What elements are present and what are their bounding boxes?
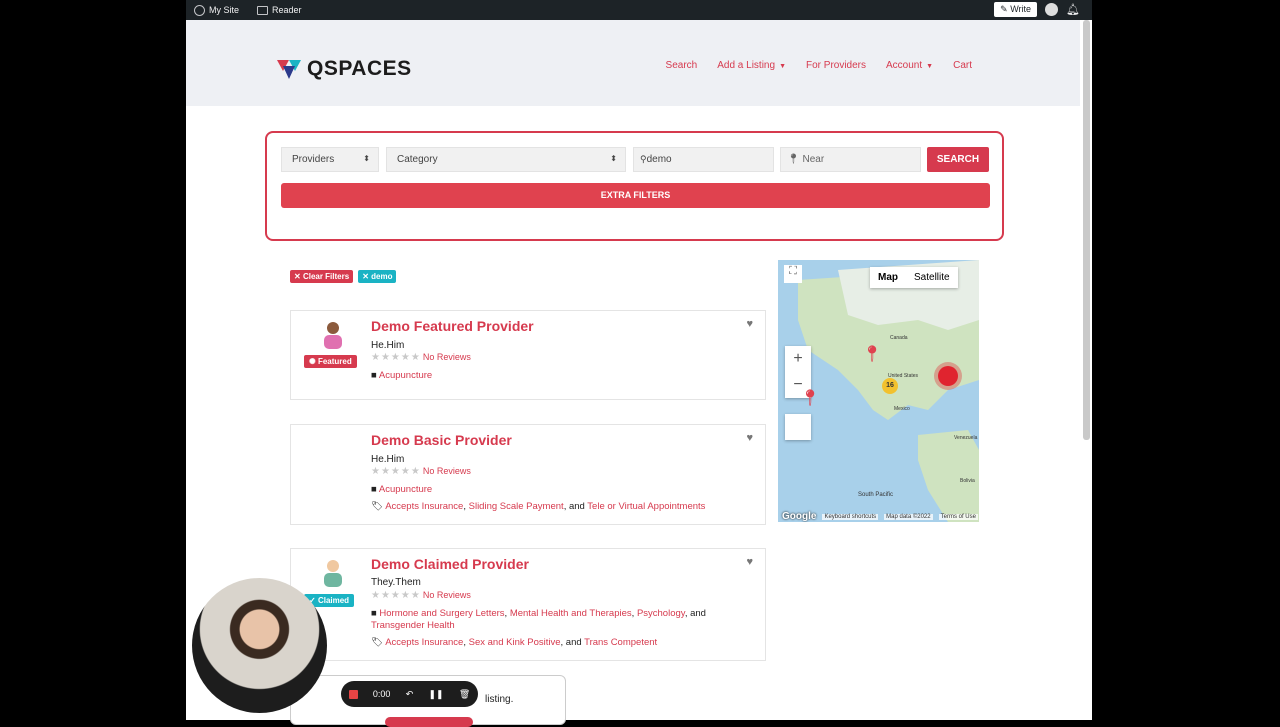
nav-add-listing[interactable]: Add a Listing ▼ bbox=[717, 60, 786, 71]
map-pin-icon[interactable]: 📍︎ bbox=[862, 344, 882, 364]
favorite-heart-icon[interactable]: ♥ bbox=[746, 556, 753, 568]
pause-icon[interactable]: ❚❚ bbox=[429, 689, 444, 700]
stop-recording-button[interactable] bbox=[348, 689, 358, 699]
favorite-heart-icon[interactable]: ♥ bbox=[746, 432, 753, 444]
listing-categories: ■ Acupuncture bbox=[371, 484, 433, 495]
user-avatar[interactable] bbox=[1045, 3, 1059, 16]
reviews-link[interactable]: No Reviews bbox=[423, 352, 471, 362]
tag-icon: 🏷︎ bbox=[371, 637, 384, 648]
listing-categories: ■ Acupuncture bbox=[371, 370, 433, 381]
popup-text: listing. bbox=[485, 694, 514, 705]
rating-stars: ★★★★★ No Reviews bbox=[371, 466, 471, 477]
logo-text: QSPACES bbox=[307, 57, 412, 80]
browser-page: My Site Reader ✎ Write 🔔︎ QSPACES Search bbox=[186, 0, 1092, 720]
map-label: Venezuela bbox=[954, 435, 978, 441]
provider-avatar-icon bbox=[324, 322, 342, 349]
map-label: Bolivia bbox=[960, 478, 975, 484]
select-arrows-icon: ⬍ bbox=[610, 154, 617, 163]
folder-icon: ■ bbox=[371, 608, 377, 619]
wordpress-icon bbox=[194, 4, 205, 16]
write-button[interactable]: ✎ Write bbox=[994, 2, 1038, 17]
map-data-attribution: Map data ©2022 bbox=[884, 513, 933, 520]
qspaces-logo-icon bbox=[277, 60, 301, 79]
reader-link[interactable]: Reader bbox=[257, 5, 302, 15]
recording-timer: 0:00 bbox=[372, 689, 391, 699]
notifications-bell-icon[interactable]: 🔔︎ bbox=[1066, 3, 1080, 16]
chevron-down-icon: ▼ bbox=[779, 63, 786, 70]
satellite-tab[interactable]: Satellite bbox=[906, 267, 958, 288]
map-label: South Pacific bbox=[858, 492, 894, 498]
chevron-down-icon: ▼ bbox=[926, 63, 934, 70]
trash-icon[interactable]: 🗑︎ bbox=[459, 689, 470, 700]
folder-icon: ■ bbox=[371, 370, 377, 381]
map-type-toggle: Map Satellite bbox=[870, 267, 958, 288]
type-select[interactable]: Providers ⬍ bbox=[281, 147, 379, 172]
page-scrollbar[interactable] bbox=[1083, 20, 1090, 440]
nav-account[interactable]: Account ▼ bbox=[886, 60, 933, 71]
site-header: QSPACES Search Add a Listing ▼ For Provid… bbox=[186, 20, 1080, 106]
zoom-in-button[interactable]: + bbox=[785, 346, 811, 372]
listing-tags: 🏷︎ Accepts Insurance, Sex and Kink Posit… bbox=[371, 637, 658, 648]
map-footer: Google Keyboard shortcuts Map data ©2022… bbox=[778, 511, 979, 522]
keyboard-shortcuts-link[interactable]: Keyboard shortcuts bbox=[822, 513, 879, 520]
nav-cart[interactable]: Cart bbox=[953, 60, 972, 71]
listing-tags: 🏷︎ Accepts Insurance, Sliding Scale Paym… bbox=[371, 501, 706, 512]
listing-title[interactable]: Demo Claimed Provider bbox=[371, 556, 529, 572]
map-cluster[interactable]: 16 bbox=[882, 378, 898, 394]
featured-badge: ✺ Featured bbox=[304, 355, 357, 368]
search-button[interactable]: SEARCH bbox=[927, 147, 989, 172]
main-nav: Search Add a Listing ▼ For Providers Acco… bbox=[666, 60, 972, 71]
listing-card: Demo Basic Provider He.Him ★★★★★ No Revie… bbox=[290, 424, 766, 525]
map-label: Canada bbox=[890, 335, 908, 341]
my-site-link[interactable]: My Site bbox=[194, 4, 239, 16]
favorite-heart-icon[interactable]: ♥ bbox=[746, 318, 753, 330]
reviews-link[interactable]: No Reviews bbox=[423, 590, 471, 600]
map-pin-icon[interactable]: 📍︎ bbox=[800, 388, 820, 408]
google-logo: Google bbox=[782, 511, 817, 522]
listing-categories: ■ Hormone and Surgery Letters, Mental He… bbox=[371, 608, 706, 631]
site-logo[interactable]: QSPACES bbox=[277, 57, 412, 81]
search-form: Providers ⬍ Category ⬍ ⚲demo 📍︎ Near SEA… bbox=[265, 131, 1004, 241]
listing-title[interactable]: Demo Basic Provider bbox=[371, 432, 512, 448]
reviews-link[interactable]: No Reviews bbox=[423, 466, 471, 476]
rating-stars: ★★★★★ No Reviews bbox=[371, 352, 471, 363]
category-select[interactable]: Category ⬍ bbox=[386, 147, 626, 172]
listing-card: ✓ Claimed Demo Claimed Provider They.The… bbox=[290, 548, 766, 661]
extra-filters-button[interactable]: EXTRA FILTERS bbox=[281, 183, 990, 208]
tag-icon: 🏷︎ bbox=[371, 501, 384, 512]
pronouns: They.Them bbox=[371, 577, 421, 588]
results-map[interactable]: Canada United States Mexico Venezuela So… bbox=[778, 260, 979, 522]
clear-filters-chip[interactable]: ✕ Clear Filters bbox=[290, 270, 354, 283]
street-view-pegman[interactable] bbox=[785, 414, 811, 440]
rating-stars: ★★★★★ No Reviews bbox=[371, 590, 471, 601]
select-arrows-icon: ⬍ bbox=[363, 154, 370, 163]
demo-filter-chip[interactable]: ✕ demo bbox=[358, 270, 397, 283]
terms-link[interactable]: Terms of Use bbox=[938, 513, 978, 520]
folder-icon: ■ bbox=[371, 484, 377, 495]
undo-icon[interactable]: ↶ bbox=[406, 689, 414, 700]
near-input[interactable]: 📍︎ Near bbox=[780, 147, 921, 172]
recording-controls: 0:00 ↶ ❚❚ 🗑︎ bbox=[341, 681, 478, 707]
active-filters: ✕ Clear Filters ✕ demo bbox=[290, 270, 397, 283]
provider-avatar-icon bbox=[324, 560, 342, 587]
pronouns: He.Him bbox=[371, 340, 405, 351]
keyword-input[interactable]: ⚲demo bbox=[633, 147, 774, 172]
map-cluster-large[interactable] bbox=[938, 366, 958, 386]
webcam-bubble bbox=[192, 578, 327, 713]
search-icon: ⚲ bbox=[640, 154, 647, 164]
location-pin-icon: 📍︎ bbox=[787, 154, 800, 165]
popup-button[interactable] bbox=[385, 717, 473, 727]
map-label: Mexico bbox=[894, 406, 910, 412]
nav-for-providers[interactable]: For Providers bbox=[806, 60, 866, 71]
nav-search[interactable]: Search bbox=[666, 60, 698, 71]
listing-card: ✺ Featured Demo Featured Provider He.Him… bbox=[290, 310, 766, 400]
reader-icon bbox=[257, 5, 269, 15]
listing-title[interactable]: Demo Featured Provider bbox=[371, 318, 534, 334]
pronouns: He.Him bbox=[371, 454, 405, 465]
map-tab[interactable]: Map bbox=[870, 267, 906, 288]
wp-admin-bar: My Site Reader ✎ Write 🔔︎ bbox=[186, 0, 1092, 20]
fullscreen-icon[interactable]: ⛶ bbox=[784, 265, 802, 283]
pencil-icon: ✎ bbox=[1000, 4, 1008, 14]
